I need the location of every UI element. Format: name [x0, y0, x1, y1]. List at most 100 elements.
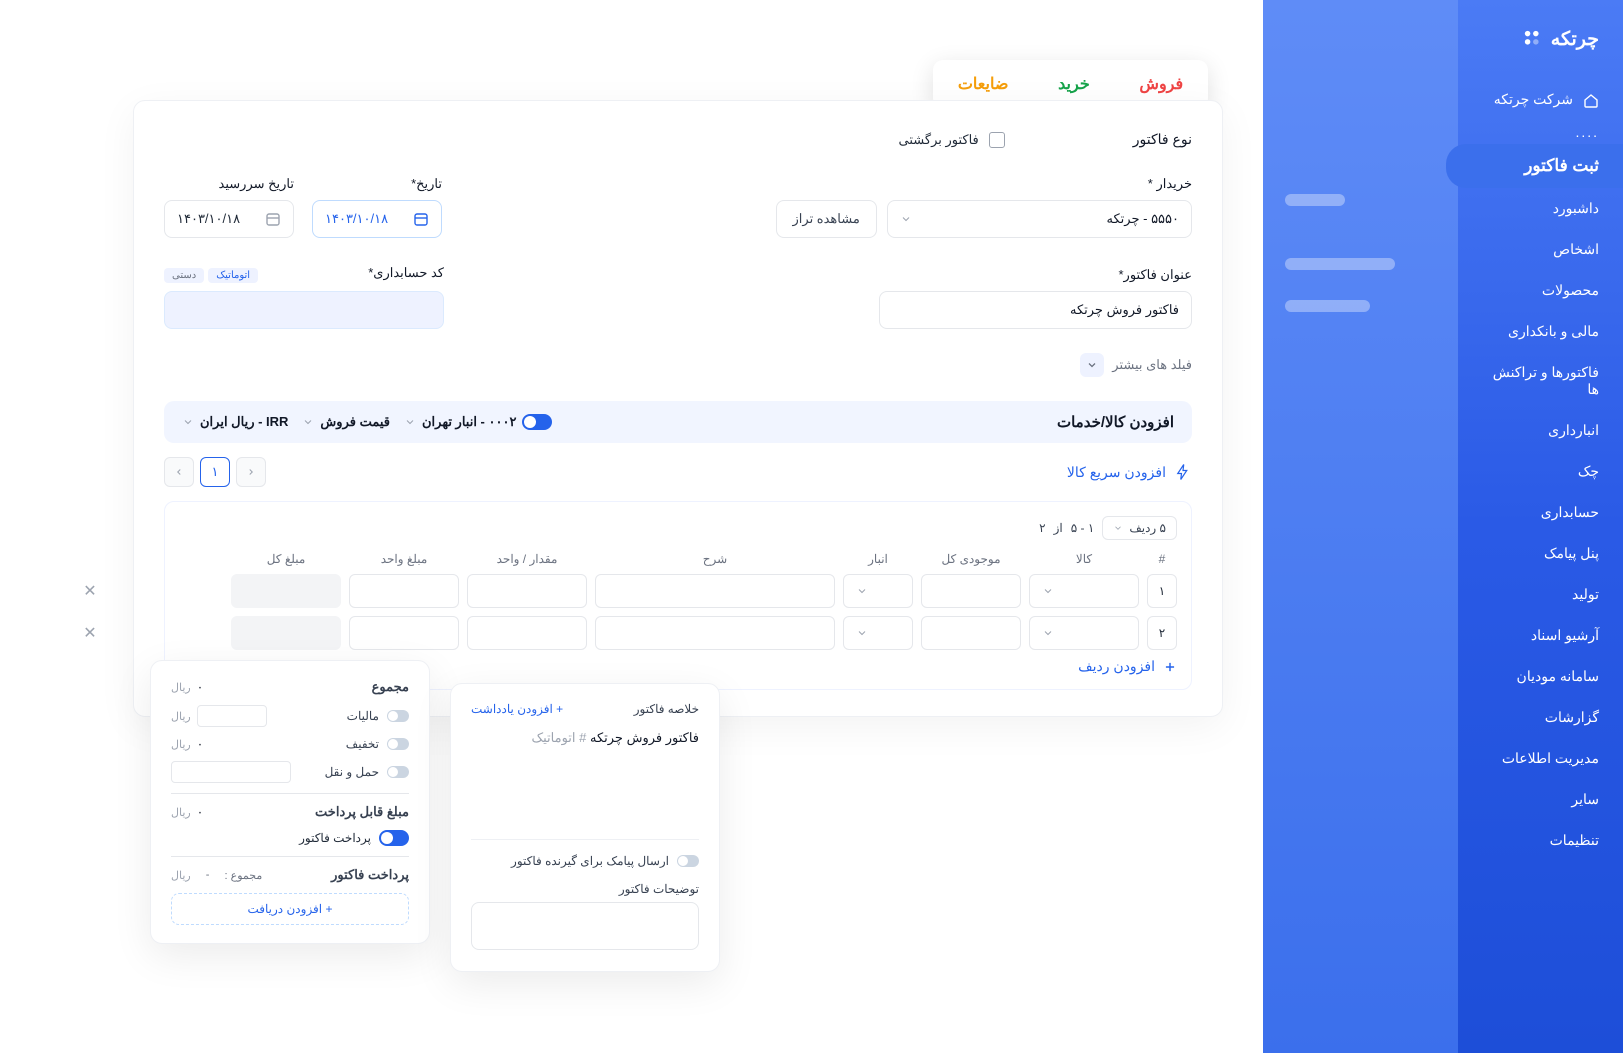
warehouse-cell-select[interactable]: [843, 574, 913, 608]
sidebar-company-label: شرکت چرتکه: [1494, 91, 1573, 108]
warehouse-pill[interactable]: ۰۰۰۲ - انبار تهران: [404, 414, 552, 430]
toggle-icon: [379, 830, 409, 846]
items-thead: # کالا موجودی کل انبار شرح مقدار / واحد …: [179, 552, 1177, 566]
buyer-value: ۵۵۵۰ - چرتکه: [1107, 211, 1179, 227]
chevron-down-icon: [1042, 585, 1054, 597]
chevron-down-icon: [404, 416, 416, 428]
pay-invoice-toggle[interactable]: پرداخت فاکتور: [171, 830, 409, 846]
items-header: افزودن کالا/خدمات ۰۰۰۲ - انبار تهران قیم…: [164, 401, 1192, 443]
chevron-down-icon: [1042, 627, 1054, 639]
date-label: تاریخ*: [312, 176, 442, 192]
shipping-input[interactable]: [171, 761, 291, 783]
unit-price-input[interactable]: [349, 616, 459, 650]
date-input[interactable]: ۱۴۰۳/۱۰/۱۸: [312, 200, 442, 238]
discount-toggle[interactable]: [387, 738, 409, 750]
add-receive-button[interactable]: + افزودن دریافت: [171, 893, 409, 925]
stock-input[interactable]: [921, 616, 1021, 650]
sidebar-item-warehouse[interactable]: انبارداری: [1458, 410, 1623, 451]
currency-pill[interactable]: IRR - ریال ایران: [182, 414, 288, 430]
product-select[interactable]: [1029, 616, 1139, 650]
sidebar-active[interactable]: ثبت فاکتور: [1446, 144, 1623, 188]
shipping-toggle[interactable]: [387, 766, 409, 778]
sidebar-item-people[interactable]: اشخاص: [1458, 229, 1623, 270]
accode-input[interactable]: [164, 291, 444, 329]
pager-prev[interactable]: [236, 457, 266, 487]
buyer-select[interactable]: ۵۵۵۰ - چرتکه: [887, 200, 1192, 238]
sidebar-item-banking[interactable]: مالی و بانکداری: [1458, 311, 1623, 352]
warehouse-value: ۰۰۰۲ - انبار تهران: [422, 414, 516, 430]
sidebar-item-other[interactable]: سایر: [1458, 779, 1623, 820]
calendar-icon: [413, 211, 429, 227]
tax-toggle[interactable]: [387, 710, 409, 722]
chevron-down-icon: [182, 416, 194, 428]
sidebar-company[interactable]: شرکت چرتکه: [1458, 79, 1623, 120]
pager-page-1[interactable]: ۱: [200, 457, 230, 487]
tax-input[interactable]: [197, 705, 267, 727]
currency-value: IRR - ریال ایران: [200, 414, 288, 430]
desc-label: توضیحات فاکتور: [471, 882, 699, 896]
chevron-down-icon: [302, 416, 314, 428]
sum-title: مجموع: [372, 679, 409, 695]
brand-name: چرتکه: [1551, 28, 1599, 51]
sidebar-item-products[interactable]: محصولات: [1458, 270, 1623, 311]
chevron-right-icon: [246, 467, 256, 477]
qty-input[interactable]: [467, 616, 587, 650]
accode-mode-toggle[interactable]: اتوماتیک دستی: [164, 268, 258, 283]
chevron-down-icon: [900, 213, 912, 225]
tab-waste[interactable]: ضایعات: [958, 74, 1009, 94]
chevron-left-icon: [174, 467, 184, 477]
add-note-button[interactable]: + افزودن یادداشت: [471, 702, 563, 716]
sidebar-item-datamgmt[interactable]: مدیریت اطلاعات: [1458, 738, 1623, 779]
totals-card: مجموع ۰ریال مالیات ریال تخفیف ۰ریال حمل …: [150, 660, 430, 944]
pay-section-title: پرداخت فاکتور: [331, 867, 409, 883]
toggle-icon: [522, 414, 552, 430]
invoice-form-panel: نوع فاکتور فاکتور برگشتی خریدار * ۵۵۵۰ -…: [133, 100, 1223, 717]
secondary-rail: [1263, 0, 1458, 1053]
sidebar-item-production[interactable]: تولید: [1458, 574, 1623, 615]
pager-next[interactable]: [164, 457, 194, 487]
invoice-description-input[interactable]: [471, 902, 699, 950]
quick-add-item[interactable]: افزودن سریع کالا: [1067, 463, 1192, 481]
delete-row-button[interactable]: ✕: [75, 581, 105, 601]
stock-input[interactable]: [921, 574, 1021, 608]
warehouse-cell-select[interactable]: [843, 616, 913, 650]
price-pill[interactable]: قیمت فروش: [302, 414, 390, 430]
plus-icon: [1163, 660, 1177, 674]
tab-buy[interactable]: خرید: [1058, 74, 1090, 94]
due-date-input[interactable]: ۱۴۰۳/۱۰/۱۸: [164, 200, 294, 238]
sidebar-item-cheque[interactable]: چک: [1458, 451, 1623, 492]
payable-label: مبلغ قابل پرداخت: [315, 804, 409, 820]
due-value: ۱۴۰۳/۱۰/۱۸: [177, 211, 240, 227]
more-fields-toggle[interactable]: فیلد های بیشتر: [164, 353, 1192, 377]
summary-body: فاکتور فروش چرتکه # اتوماتیک: [471, 730, 699, 840]
invoice-type-label: نوع فاکتور: [1133, 131, 1192, 148]
return-invoice-check[interactable]: فاکتور برگشتی: [899, 132, 1005, 148]
sms-toggle[interactable]: ارسال پیامک برای گیرنده فاکتور: [471, 854, 699, 868]
total-cell: [231, 616, 341, 650]
sidebar-item-accounting[interactable]: حسابداری: [1458, 492, 1623, 533]
sidebar-item-moadian[interactable]: سامانه مودیان: [1458, 656, 1623, 697]
description-input[interactable]: [595, 616, 835, 650]
sidebar-item-archive[interactable]: آرشیو اسناد: [1458, 615, 1623, 656]
sidebar-item-reports[interactable]: گزارشات: [1458, 697, 1623, 738]
qty-input[interactable]: [467, 574, 587, 608]
rows-per-page: ۵ ردیف ۱ - ۵ از ۲: [1039, 516, 1177, 540]
rows-select[interactable]: ۵ ردیف: [1102, 516, 1177, 540]
summary-header: خلاصه فاکتور: [634, 702, 699, 716]
product-select[interactable]: [1029, 574, 1139, 608]
invoice-title-input[interactable]: [879, 291, 1192, 329]
sidebar-item-settings[interactable]: تنظیمات: [1458, 820, 1623, 861]
price-label: قیمت فروش: [320, 414, 390, 430]
delete-row-button[interactable]: ✕: [75, 623, 105, 643]
add-row-label: افزودن ردیف: [1078, 658, 1155, 675]
sidebar-item-invoices[interactable]: فاکتورها و تراکنش ها: [1458, 352, 1623, 410]
view-balance-button[interactable]: مشاهده تراز: [776, 200, 877, 238]
tab-sale[interactable]: فروش: [1139, 74, 1183, 94]
unit-price-input[interactable]: [349, 574, 459, 608]
sidebar-item-dashboard[interactable]: داشبورد: [1458, 188, 1623, 229]
description-input[interactable]: [595, 574, 835, 608]
row-index: ۲: [1147, 616, 1177, 650]
mode-manual: دستی: [164, 268, 204, 283]
total-cell: [231, 574, 341, 608]
sidebar-item-sms[interactable]: پنل پیامک: [1458, 533, 1623, 574]
